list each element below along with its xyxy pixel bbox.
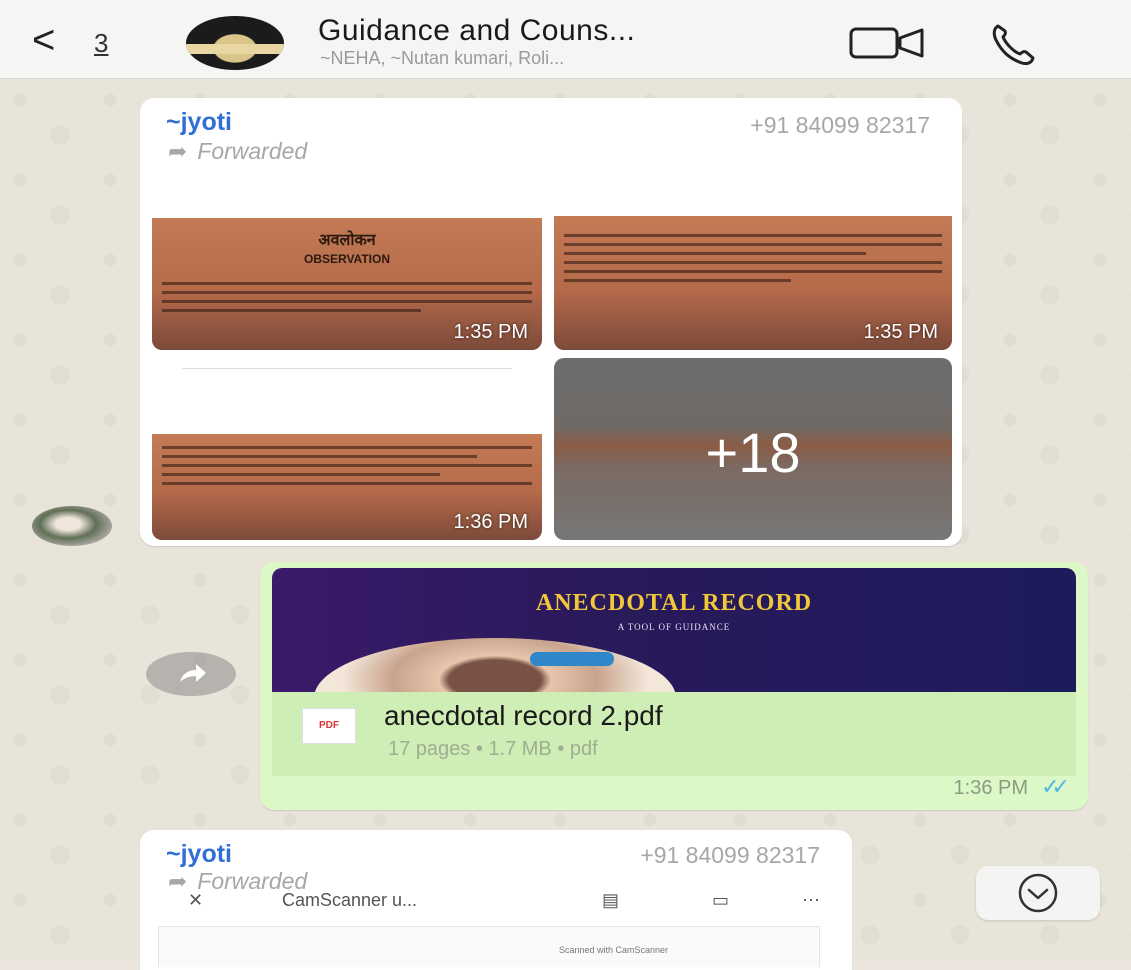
forward-arrow-icon: ➦ [168,138,188,164]
video-camera-icon[interactable] [848,24,926,62]
forwarded-label: ➦ Forwarded [168,138,307,165]
scan-watermark: Scanned with CamScanner [559,945,669,955]
scroll-down-button[interactable] [976,866,1100,920]
album-photo-1[interactable]: अवलोकन OBSERVATION 1:35 PM [152,170,542,350]
forward-button[interactable] [146,652,236,696]
scan-edit-icon: ▭ [712,890,730,910]
chat-header: < 3 Guidance and Couns... ~NEHA, ~Nutan … [0,0,1131,79]
pdf-icon-label: PDF [319,720,339,731]
sender-phone: +91 84099 82317 [750,112,930,138]
pdf-message[interactable]: ANECDOTAL RECORD A TOOL OF GUIDANCE PDF … [260,562,1088,810]
preview-title: ANECDOTAL RECORD [535,590,813,616]
group-title[interactable]: Guidance and Couns... [318,14,635,48]
sender-phone: +91 84099 82317 [640,842,820,868]
sender-avatar[interactable] [32,506,112,546]
photo-title-english: OBSERVATION [303,252,390,266]
album-more-tile[interactable]: +18 [554,358,952,540]
scan-grid-icon: ▤ [602,890,620,910]
scan-close-icon: ✕ [188,890,204,910]
album-photo-2[interactable]: 1:35 PM [554,170,952,350]
sender-name[interactable]: ~jyoti [166,108,232,137]
message-time: 1:36 PM [953,777,1028,799]
group-avatar[interactable] [186,16,284,70]
more-count: +18 [705,421,801,484]
group-members[interactable]: ~NEHA, ~Nutan kumari, Roli... [320,48,564,69]
file-name: anecdotal record 2.pdf [384,700,663,731]
photo-time: 1:35 PM [453,321,528,343]
scan-page-preview[interactable]: Scanned with CamScanner [158,926,820,967]
sender-name[interactable]: ~jyoti [166,840,232,869]
chevron-left-icon[interactable]: < [32,20,55,60]
pdf-preview[interactable]: ANECDOTAL RECORD A TOOL OF GUIDANCE [272,568,1076,692]
file-meta: 17 pages • 1.7 MB • pdf [388,738,598,760]
pdf-file-icon: PDF [302,708,356,744]
album-photo-3[interactable]: 1:36 PM [152,360,542,540]
scan-more: ⋯ [802,890,820,910]
phone-icon[interactable] [990,22,1036,66]
photo-time: 1:36 PM [453,511,528,533]
album-message[interactable]: ~jyoti +91 84099 82317 ➦ Forwarded अवलोकन… [140,98,962,546]
scan-message[interactable]: ~jyoti +91 84099 82317 ➦ Forwarded ✕ CamS… [140,830,852,970]
unread-count[interactable]: 3 [94,28,108,59]
scan-title: CamScanner u... [282,890,418,910]
forward-icon [180,664,206,682]
preview-subtitle: A TOOL OF GUIDANCE [617,622,731,632]
preview-accent [530,652,614,666]
double-check-icon: ✓✓ [1041,774,1070,799]
file-row[interactable]: PDF anecdotal record 2.pdf 17 pages • 1.… [272,692,1076,776]
scan-toolbar: ✕ CamScanner u... ▤ ▭ ⋯ [152,886,832,920]
chevron-down-circle-icon [1018,873,1058,913]
preview-photo [314,638,676,692]
forwarded-text: Forwarded [197,138,308,164]
photo-title-hindi: अवलोकन [318,232,376,249]
photo-time: 1:35 PM [863,321,938,343]
